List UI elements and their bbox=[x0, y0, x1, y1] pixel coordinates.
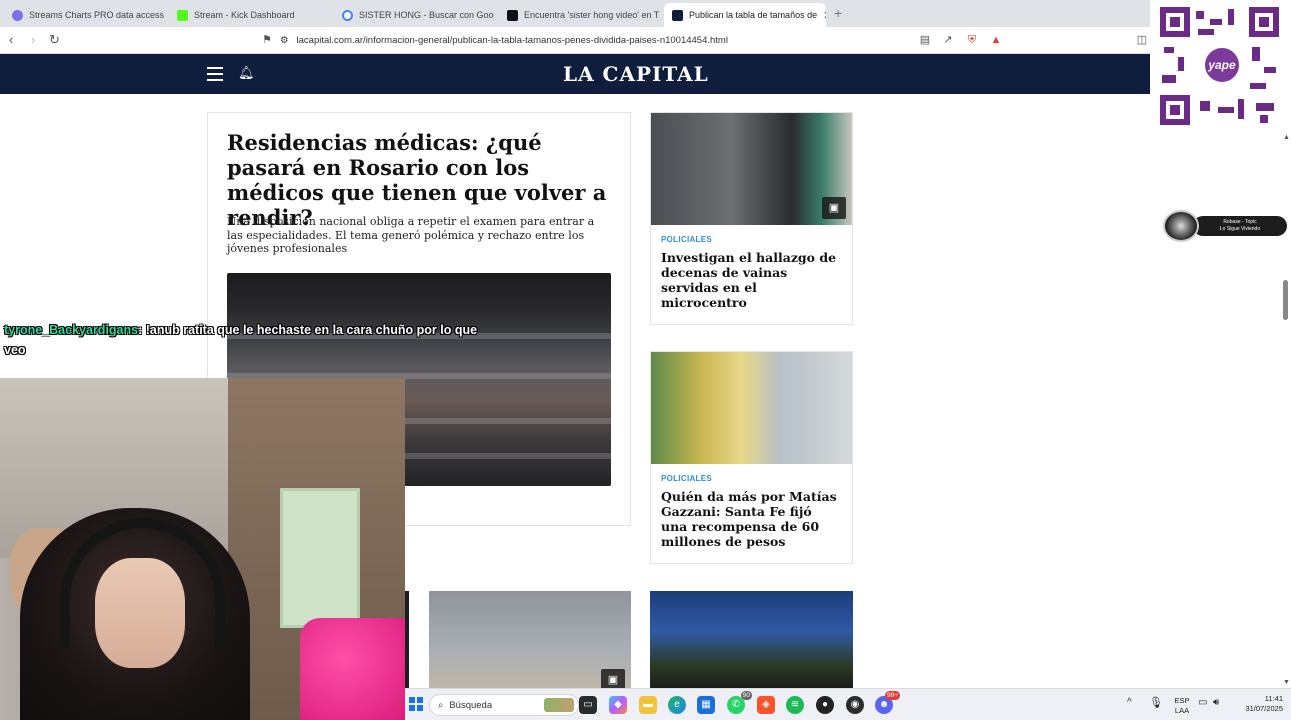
network-icon[interactable]: ▭ bbox=[1198, 698, 1207, 708]
stream-chat-message: tyrone_Backyardigans: !anub ratita que l… bbox=[4, 320, 494, 360]
side-article-card[interactable]: POLICIALES Quién da más por Matías Gazza… bbox=[650, 351, 853, 564]
search-highlight-icon bbox=[544, 698, 574, 712]
article-photo[interactable]: ▣ bbox=[429, 591, 631, 691]
share-icon[interactable]: ↗ bbox=[941, 33, 955, 47]
edge-browser-icon[interactable]: e bbox=[668, 696, 686, 714]
tab-label: SISTER HONG - Buscar con Google bbox=[359, 10, 494, 20]
microsoft-store-icon[interactable]: ▦ bbox=[697, 696, 715, 714]
tab-tiktok[interactable]: Encuentra 'sister hong video' en TikT bbox=[499, 3, 659, 27]
notifications-icon[interactable]: 🔔︎ bbox=[238, 65, 255, 81]
side-article-card[interactable]: ▣ POLICIALES Investigan el hallazgo de d… bbox=[650, 112, 853, 325]
search-icon: ⌕ bbox=[438, 699, 444, 711]
close-tab-icon[interactable]: ✕ bbox=[823, 9, 826, 22]
volume-icon[interactable]: 🔊︎ bbox=[1213, 698, 1219, 708]
microphone-icon[interactable]: 🎙︎ bbox=[1149, 698, 1163, 709]
search-placeholder: Búsqueda bbox=[449, 699, 493, 711]
article-category[interactable]: POLICIALES bbox=[661, 235, 852, 244]
webcam-overlay bbox=[0, 378, 405, 720]
tab-label: Publican la tabla de tamaños de bbox=[689, 10, 818, 20]
now-playing-widget: Rebase - Topic Lo Sigue Viviendo bbox=[1163, 210, 1287, 242]
kick-icon bbox=[177, 9, 188, 21]
scrollbar-thumb[interactable] bbox=[1283, 280, 1288, 320]
reload-button[interactable]: ↻ bbox=[49, 32, 60, 48]
tab-kick-dashboard[interactable]: Stream - Kick Dashboard bbox=[169, 3, 329, 27]
la-capital-icon bbox=[672, 9, 683, 21]
main-article-subtitle: Una disposición nacional obliga a repeti… bbox=[227, 215, 595, 255]
gallery-icon: ▣ bbox=[822, 197, 846, 219]
google-icon bbox=[342, 9, 353, 21]
scroll-down-icon[interactable]: ▼ bbox=[1283, 679, 1290, 686]
whatsapp-badge: 90 bbox=[740, 691, 752, 700]
taskbar-search[interactable]: ⌕ Búsqueda bbox=[429, 694, 579, 716]
discord-icon[interactable]: ☻ 99+ bbox=[875, 691, 900, 714]
article-category[interactable]: POLICIALES bbox=[661, 474, 852, 483]
site-header: 🔔︎ LA CAPITAL bbox=[0, 54, 1150, 94]
side-article-title[interactable]: Quién da más por Matías Gazzani: Santa F… bbox=[661, 489, 842, 549]
yape-qr-code: yape bbox=[1160, 7, 1279, 125]
system-clock[interactable]: 11:41 31/07/2025 bbox=[1233, 694, 1283, 714]
streaming-app-icon[interactable]: ◉ bbox=[846, 696, 864, 714]
browser-toolbar: ‹ › ↻ ⚑ ⚙ lacapital.com.ar/informacion-g… bbox=[0, 27, 1150, 54]
brave-browser-icon[interactable]: ◈ bbox=[757, 696, 775, 714]
tab-label: Streams Charts PRO data access - Str bbox=[29, 10, 164, 20]
page-scrollbar[interactable] bbox=[1281, 130, 1291, 690]
windows-start-icon[interactable] bbox=[409, 697, 423, 711]
now-playing-artist: Lo Sigue Viviendo bbox=[1219, 226, 1261, 232]
spotify-icon[interactable]: ≋ bbox=[786, 696, 804, 714]
new-tab-button[interactable]: + bbox=[834, 5, 842, 21]
site-logo[interactable]: LA CAPITAL bbox=[563, 62, 709, 86]
now-playing-info: Rebase - Topic Lo Sigue Viviendo bbox=[1193, 216, 1287, 236]
file-explorer-icon[interactable]: ▬ bbox=[639, 696, 657, 714]
site-info-icon[interactable]: ⚙ bbox=[280, 35, 289, 46]
brave-shield-icon[interactable]: ⛨ bbox=[965, 33, 979, 47]
now-playing-title: Rebase - Topic bbox=[1223, 219, 1257, 225]
streams-charts-icon bbox=[12, 9, 23, 21]
yape-logo: yape bbox=[1202, 45, 1242, 85]
side-article-photo[interactable]: ▣ bbox=[651, 113, 852, 225]
show-hidden-icons[interactable]: ^ bbox=[1127, 698, 1132, 708]
language-layout: LAA bbox=[1174, 706, 1190, 715]
address-bar[interactable]: ⚙ lacapital.com.ar/informacion-general/p… bbox=[280, 31, 1010, 50]
whatsapp-icon[interactable]: ✆ 90 bbox=[727, 691, 752, 714]
language-code: ESP bbox=[1174, 696, 1190, 705]
vinyl-disc-icon bbox=[1163, 210, 1199, 242]
browser-tabstrip: Streams Charts PRO data access - Str Str… bbox=[0, 0, 1150, 27]
side-article-title[interactable]: Investigan el hallazgo de decenas de vai… bbox=[661, 250, 842, 310]
url-text: lacapital.com.ar/informacion-general/pub… bbox=[296, 35, 728, 46]
tab-streams-charts[interactable]: Streams Charts PRO data access - Str bbox=[4, 3, 164, 27]
menu-icon[interactable] bbox=[207, 67, 223, 81]
rewards-icon[interactable]: ▲ bbox=[989, 33, 1003, 47]
tab-la-capital[interactable]: Publican la tabla de tamaños de ✕ bbox=[664, 3, 826, 27]
tab-label: Stream - Kick Dashboard bbox=[194, 10, 295, 20]
chat-username: tyrone_Backyardigans bbox=[4, 323, 139, 337]
windows-taskbar: ⌕ Búsqueda ▭ ◆ ▬ e ▦ ✆ 90 ◈ ≋ ● ◉ ☻ 99+ ^ … bbox=[405, 688, 1291, 720]
article-photo[interactable] bbox=[650, 591, 853, 691]
side-article-photo[interactable] bbox=[651, 352, 852, 464]
sidebar-toggle-icon[interactable]: ◫ bbox=[1135, 33, 1149, 47]
clock-date: 31/07/2025 bbox=[1245, 704, 1283, 713]
discord-badge: 99+ bbox=[884, 691, 900, 700]
clock-time: 11:41 bbox=[1264, 694, 1283, 703]
tab-google-search[interactable]: SISTER HONG - Buscar con Google bbox=[334, 3, 494, 27]
language-indicator[interactable]: ESP LAA bbox=[1170, 696, 1194, 716]
back-button[interactable]: ‹ bbox=[9, 32, 13, 47]
tab-label: Encuentra 'sister hong video' en TikT bbox=[524, 10, 659, 20]
bookmark-icon[interactable]: ⚑ bbox=[260, 33, 274, 47]
obs-studio-icon[interactable]: ● bbox=[816, 696, 834, 714]
task-view-icon[interactable]: ▭ bbox=[579, 696, 597, 714]
copilot-icon[interactable]: ◆ bbox=[609, 696, 627, 714]
tiktok-icon bbox=[507, 9, 518, 21]
forward-button[interactable]: › bbox=[31, 32, 35, 47]
reader-mode-icon[interactable]: ▤ bbox=[918, 33, 932, 47]
